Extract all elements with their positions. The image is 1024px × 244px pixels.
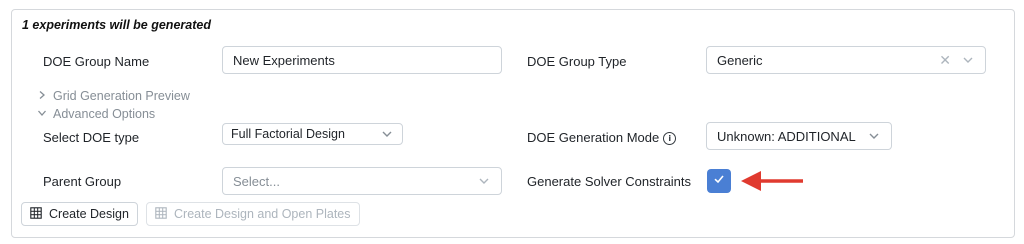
select-doe-type-label: Select DOE type: [43, 130, 140, 145]
clear-icon[interactable]: ✕: [939, 53, 951, 67]
doe-generation-mode-value: Unknown: ADDITIONAL: [717, 128, 856, 144]
experiments-count-text: 1 experiments will be generated: [22, 18, 211, 32]
chevron-right-icon: [37, 89, 47, 103]
annotation-arrow: [739, 170, 805, 197]
chevron-down-icon: [961, 53, 975, 67]
create-design-label: Create Design: [49, 207, 129, 221]
doe-type-value: Full Factorial Design: [231, 127, 345, 141]
chevron-down-icon: [37, 107, 47, 121]
doe-generation-mode-select[interactable]: Unknown: ADDITIONAL: [706, 122, 892, 150]
doe-group-name-input[interactable]: New Experiments: [222, 46, 502, 74]
doe-form-panel: 1 experiments will be generated DOE Grou…: [11, 9, 1015, 238]
doe-group-name-label: DOE Group Name: [43, 54, 150, 69]
advanced-options-label: Advanced Options: [53, 107, 156, 121]
doe-group-type-select[interactable]: Generic ✕: [706, 46, 986, 74]
doe-generation-mode-text: DOE Generation Mode: [527, 130, 660, 145]
chevron-down-icon: [867, 129, 881, 143]
parent-group-placeholder: Select...: [233, 173, 280, 189]
create-design-open-plates-label: Create Design and Open Plates: [174, 207, 351, 221]
create-design-open-plates-button[interactable]: Create Design and Open Plates: [146, 202, 360, 226]
create-design-button[interactable]: Create Design: [21, 202, 138, 226]
advanced-options-toggle[interactable]: Advanced Options: [37, 107, 155, 121]
grid-preview-label: Grid Generation Preview: [53, 89, 190, 103]
doe-generation-mode-label: DOE Generation Mode i: [527, 130, 677, 146]
doe-group-name-value: New Experiments: [233, 52, 335, 68]
doe-group-type-value: Generic: [717, 52, 763, 68]
chevron-down-icon: [380, 127, 394, 141]
parent-group-select[interactable]: Select...: [222, 167, 502, 195]
grid-icon: [155, 206, 167, 222]
solver-constraints-checkbox[interactable]: [707, 169, 731, 193]
check-icon: [712, 172, 726, 191]
grid-icon: [30, 206, 42, 222]
solver-constraints-label: Generate Solver Constraints: [527, 174, 692, 189]
parent-group-label: Parent Group: [43, 174, 122, 189]
grid-preview-toggle[interactable]: Grid Generation Preview: [37, 89, 190, 103]
info-icon[interactable]: i: [663, 132, 677, 146]
chevron-down-icon: [477, 174, 491, 188]
doe-type-select[interactable]: Full Factorial Design: [222, 123, 403, 145]
doe-group-type-label: DOE Group Type: [527, 54, 627, 69]
